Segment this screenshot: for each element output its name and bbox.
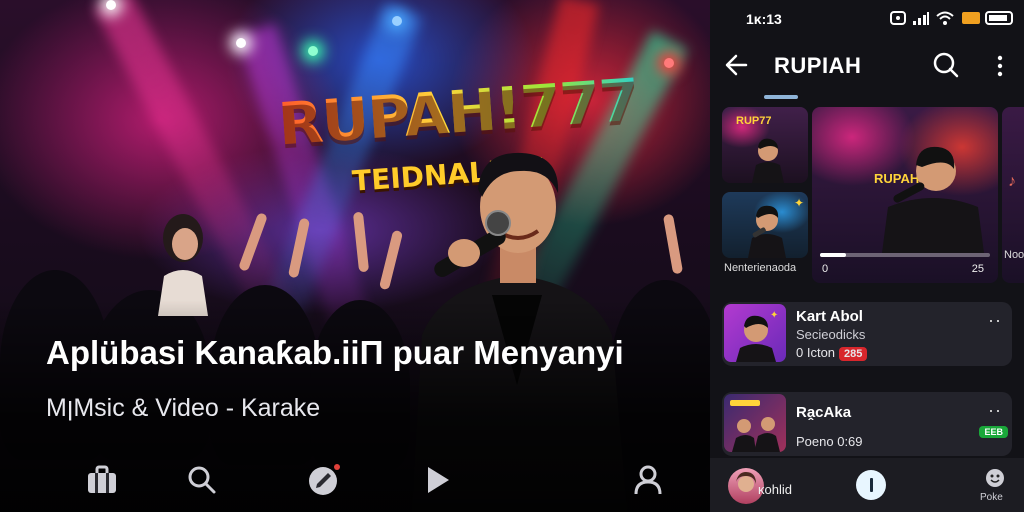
list-item-subtitle: Secieodicks [796, 327, 866, 342]
wifi-icon [936, 11, 954, 25]
profile-icon [634, 465, 662, 495]
status-time: 1ᴋ:13 [746, 11, 782, 27]
list-item-title: Kart Abol [796, 308, 863, 325]
nfc-icon [890, 11, 906, 25]
pause-button[interactable] [856, 470, 886, 500]
list-item[interactable]: ✦ Kart Abol Secieodicks 0 Icton 285 ·· [722, 302, 1012, 366]
status-bar: 1ᴋ:13 [710, 0, 1024, 36]
list-thumbnail [724, 394, 786, 452]
carousel-thumbnail-partial[interactable]: ♪ Noo [1002, 107, 1024, 283]
more-options-button[interactable] [994, 54, 1006, 78]
mini-player[interactable]: ᴋohlid Poke [710, 458, 1024, 512]
stage-light [308, 46, 318, 56]
arrow-left-icon [725, 54, 748, 76]
pause-icon [869, 478, 873, 492]
app-bar: RUPIAH [710, 40, 1024, 92]
stage-light [392, 16, 402, 26]
list-item[interactable]: Ra̭cAka Poeno 0:69 ·· EEB [722, 392, 1012, 456]
edit-badge-icon [309, 464, 340, 495]
smiley-icon [986, 469, 1004, 487]
status-badge: 285 [839, 347, 868, 361]
search-icon [188, 466, 216, 494]
stage-light [236, 38, 246, 48]
back-button[interactable] [724, 52, 750, 83]
carousel-thumbnail[interactable]: ✦ [722, 192, 808, 258]
page-title: RUPIAH [774, 53, 862, 78]
performer-image [732, 417, 780, 452]
nav-play-button[interactable] [416, 458, 460, 502]
raised-hand [352, 211, 370, 273]
list-item-subtitle: Poeno [796, 434, 834, 449]
play-icon [428, 467, 449, 493]
thumbnail-label: Nenterienaoda [724, 262, 797, 274]
nav-create-button[interactable] [302, 458, 346, 502]
kebab-menu-icon [997, 55, 1003, 77]
singer-image [882, 146, 984, 253]
guitar-icon: ♪ [1008, 173, 1016, 190]
list-item-more-button[interactable]: ·· [988, 400, 1002, 421]
sparkle-icon: ✦ [794, 196, 805, 210]
hero-title: Aplübasi Kanaƙab.iiΠ puar Menyanyi [46, 334, 624, 371]
hero-subtitle: MןMsic & Video - Karake [46, 394, 321, 422]
nav-library-button[interactable] [80, 458, 124, 502]
list-item-meta-text: 0:69 [837, 434, 863, 449]
phone-screen: 1ᴋ:13 RUPIAH RUP77 ✦ Nenterienaoda RUPAH… [710, 0, 1024, 512]
poke-label: Poke [980, 492, 1003, 503]
search-button[interactable] [932, 51, 960, 84]
nav-search-button[interactable] [180, 458, 224, 502]
list-item-meta: 0 Icton 285 [796, 345, 868, 361]
list-item-title: Ra̭cAka [796, 404, 852, 421]
list-item-more-button[interactable]: ·· [988, 310, 1002, 331]
bottom-navigation [0, 450, 710, 512]
list-item-meta-text: 0 Icton [796, 345, 836, 360]
briefcase-icon [88, 465, 116, 493]
signal-icon [913, 12, 929, 25]
status-badge: EEB [979, 426, 1008, 438]
thumbnail-label: Noo [1004, 249, 1024, 261]
battery-icon [962, 11, 1013, 25]
video-time-remaining: 25 [971, 263, 984, 275]
nav-profile-button[interactable] [626, 458, 670, 502]
performer-image [748, 205, 786, 258]
performer-image [752, 138, 784, 183]
tab-indicator [764, 95, 798, 99]
carousel-thumbnail[interactable]: RUP77 [722, 107, 808, 183]
raised-hand [662, 213, 684, 275]
video-progress-fill [820, 253, 846, 257]
hero-banner: RUPAH!777 TEIDNAL!!K! Aplübasi Kanaƙab.i… [0, 0, 710, 512]
featured-video-card[interactable]: RUPAH 0 25 [812, 107, 998, 283]
list-item-meta: Poeno 0:69 [796, 434, 863, 449]
stage-light [106, 0, 116, 10]
video-progress-bar[interactable] [820, 253, 990, 257]
list-thumbnail: ✦ [724, 304, 786, 362]
mini-player-title: ᴋohlid [758, 482, 792, 497]
thumbnail-badge: RUP77 [736, 115, 772, 127]
raised-hand [378, 229, 404, 291]
sparkle-icon: ✦ [770, 310, 779, 321]
search-icon [933, 52, 959, 78]
stage-light [664, 58, 674, 68]
poke-button[interactable]: Poke [980, 468, 1010, 508]
video-time-elapsed: 0 [822, 263, 829, 275]
thumbnail-badge [730, 400, 760, 406]
